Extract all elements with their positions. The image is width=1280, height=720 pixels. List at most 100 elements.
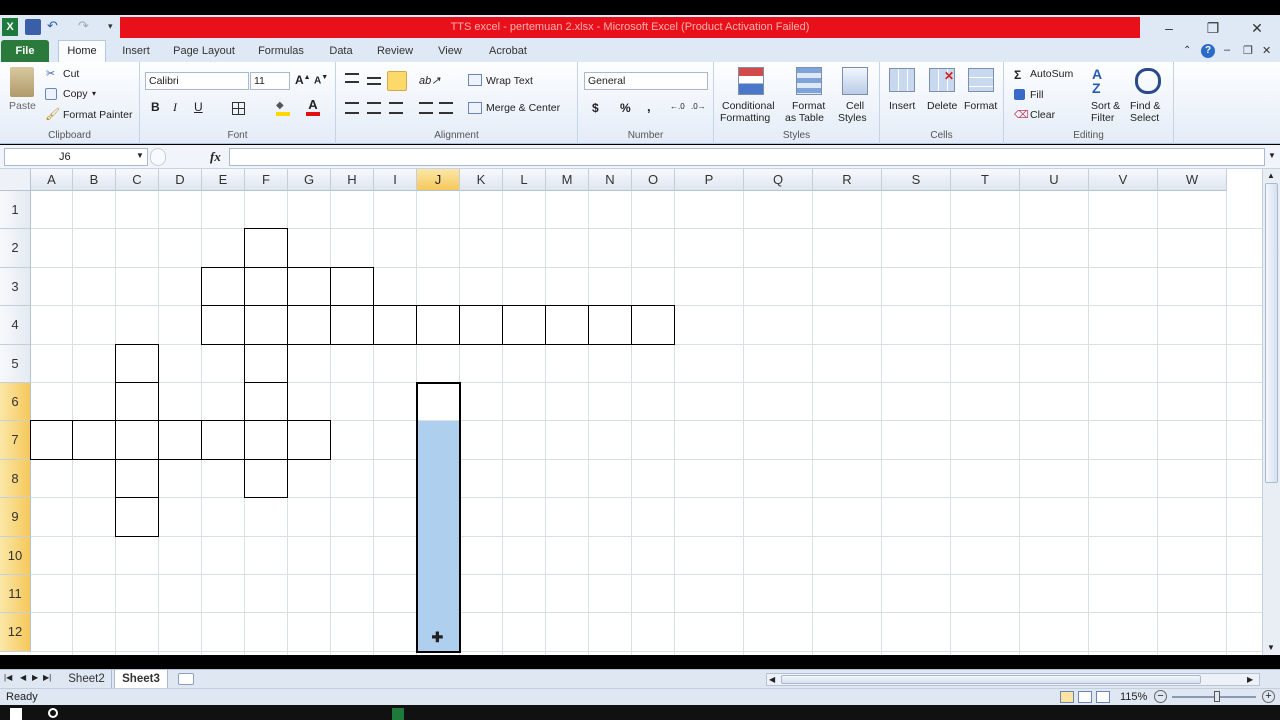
tab-formulas[interactable]: Formulas bbox=[252, 42, 310, 62]
crossword-cell-f6[interactable] bbox=[244, 382, 288, 422]
page-layout-view-icon[interactable] bbox=[1078, 691, 1092, 703]
fill-color-icon[interactable]: ◆ bbox=[276, 100, 290, 116]
first-sheet-icon[interactable]: |◀ bbox=[4, 673, 12, 682]
redo-icon[interactable]: ↷ bbox=[78, 19, 90, 35]
sheet-tab-sheet3[interactable]: Sheet3 bbox=[114, 670, 168, 688]
copy-icon[interactable] bbox=[45, 88, 57, 100]
scroll-right-icon[interactable]: ▶ bbox=[1247, 675, 1253, 684]
conditional-formatting-label2[interactable]: Formatting bbox=[720, 112, 770, 124]
prev-sheet-icon[interactable]: ◀ bbox=[20, 673, 26, 682]
minimize-button[interactable]: – bbox=[1151, 17, 1187, 39]
underline-button[interactable]: U bbox=[194, 100, 203, 114]
column-header-w[interactable]: W bbox=[1158, 169, 1227, 191]
crossword-cell-a7[interactable] bbox=[30, 420, 73, 460]
percent-button[interactable]: % bbox=[620, 101, 631, 115]
column-header-d[interactable]: D bbox=[159, 169, 202, 191]
bold-button[interactable]: B bbox=[151, 100, 160, 114]
horizontal-scrollbar[interactable]: ◀ ▶ bbox=[766, 673, 1260, 686]
crossword-cell-m4[interactable] bbox=[545, 305, 589, 345]
column-header-a[interactable]: A bbox=[31, 169, 73, 191]
sort-filter-label2[interactable]: Filter bbox=[1091, 112, 1114, 124]
row-header-10[interactable]: 10 bbox=[0, 536, 31, 575]
row-header-11[interactable]: 11 bbox=[0, 575, 31, 614]
customize-quick-access-icon[interactable]: ▾ bbox=[108, 19, 118, 35]
format-cells-icon[interactable] bbox=[968, 68, 994, 92]
tab-file[interactable]: File bbox=[1, 40, 49, 62]
crossword-cell-b7[interactable] bbox=[72, 420, 116, 460]
column-header-u[interactable]: U bbox=[1020, 169, 1089, 191]
crossword-cell-c9[interactable] bbox=[115, 497, 159, 537]
column-header-c[interactable]: C bbox=[116, 169, 159, 191]
formula-input[interactable] bbox=[229, 148, 1265, 166]
paste-button[interactable]: Paste bbox=[9, 100, 36, 112]
restore-button[interactable]: ❐ bbox=[1195, 17, 1231, 39]
grow-font-icon[interactable]: A▲ bbox=[295, 73, 311, 87]
column-header-p[interactable]: P bbox=[675, 169, 744, 191]
column-header-n[interactable]: N bbox=[589, 169, 632, 191]
orientation-icon[interactable]: ab↗ bbox=[419, 74, 440, 87]
cell-styles-button[interactable]: Cell bbox=[846, 100, 864, 112]
help-icon[interactable]: ? bbox=[1201, 44, 1215, 58]
autosum-icon[interactable]: Σ bbox=[1014, 68, 1021, 82]
zoom-slider[interactable] bbox=[1172, 691, 1256, 702]
align-right-icon[interactable] bbox=[389, 102, 403, 114]
fill-icon[interactable] bbox=[1014, 89, 1025, 100]
select-all-button[interactable] bbox=[0, 169, 31, 191]
currency-button[interactable]: $ bbox=[592, 101, 599, 115]
row-header-2[interactable]: 2 bbox=[0, 229, 31, 268]
tab-acrobat[interactable]: Acrobat bbox=[480, 42, 536, 62]
row-header-9[interactable]: 9 bbox=[0, 498, 31, 537]
row-header-6[interactable]: 6 bbox=[0, 383, 31, 422]
column-header-o[interactable]: O bbox=[632, 169, 675, 191]
cell-styles-label2[interactable]: Styles bbox=[838, 112, 867, 124]
comma-button[interactable]: , bbox=[647, 99, 651, 114]
tab-page-layout[interactable]: Page Layout bbox=[168, 42, 240, 62]
name-box[interactable]: J6 bbox=[4, 148, 148, 166]
crossword-cell-f3[interactable] bbox=[244, 266, 288, 307]
sort-filter-icon[interactable]: AZ bbox=[1092, 67, 1118, 95]
increase-decimal-icon[interactable]: ←.0 bbox=[670, 102, 685, 111]
tab-review[interactable]: Review bbox=[370, 42, 420, 62]
insert-sheet-icon[interactable] bbox=[178, 673, 194, 685]
crossword-cell-l4[interactable] bbox=[502, 305, 546, 345]
formula-bar-collapse-icon[interactable] bbox=[150, 148, 166, 166]
tab-view[interactable]: View bbox=[430, 42, 470, 62]
column-header-b[interactable]: B bbox=[73, 169, 116, 191]
crossword-cell-f2[interactable] bbox=[244, 228, 288, 268]
scroll-up-icon[interactable]: ▲ bbox=[1267, 171, 1275, 180]
zoom-slider-thumb[interactable] bbox=[1214, 691, 1220, 702]
expand-formula-bar-icon[interactable]: ▼ bbox=[1268, 151, 1276, 160]
paste-icon[interactable] bbox=[10, 67, 34, 97]
excel-logo-icon[interactable]: X bbox=[2, 18, 18, 36]
column-header-m[interactable]: M bbox=[546, 169, 589, 191]
column-header-s[interactable]: S bbox=[882, 169, 951, 191]
column-header-j[interactable]: J bbox=[417, 169, 460, 191]
crossword-cell-c8[interactable] bbox=[115, 458, 159, 499]
scroll-thumb[interactable] bbox=[1265, 183, 1278, 483]
crossword-cell-e3[interactable] bbox=[201, 266, 245, 307]
clear-button[interactable]: Clear bbox=[1030, 109, 1055, 121]
find-select-button[interactable]: Find & bbox=[1130, 100, 1160, 112]
cut-icon[interactable]: ✂ bbox=[46, 67, 55, 80]
column-header-h[interactable]: H bbox=[331, 169, 374, 191]
borders-icon[interactable] bbox=[232, 102, 245, 115]
start-icon[interactable] bbox=[10, 708, 22, 720]
row-header-1[interactable]: 1 bbox=[0, 191, 31, 230]
crossword-cell-k4[interactable] bbox=[459, 305, 503, 345]
row-header-12[interactable]: 12 bbox=[0, 613, 31, 652]
page-break-view-icon[interactable] bbox=[1096, 691, 1110, 703]
format-as-table-button[interactable]: Format bbox=[792, 100, 825, 112]
column-header-g[interactable]: G bbox=[288, 169, 331, 191]
increase-indent-icon[interactable] bbox=[439, 102, 453, 114]
crossword-cell-g3[interactable] bbox=[287, 266, 331, 307]
row-header-8[interactable]: 8 bbox=[0, 459, 31, 499]
row-header-4[interactable]: 4 bbox=[0, 306, 31, 345]
column-header-v[interactable]: V bbox=[1089, 169, 1158, 191]
copy-button[interactable]: Copy bbox=[63, 88, 88, 100]
next-sheet-icon[interactable]: ▶ bbox=[32, 673, 38, 682]
font-color-icon[interactable]: A bbox=[306, 98, 320, 116]
align-center-icon[interactable] bbox=[367, 102, 381, 114]
tab-data[interactable]: Data bbox=[322, 42, 360, 62]
find-select-label2[interactable]: Select bbox=[1130, 112, 1159, 124]
search-icon[interactable] bbox=[48, 708, 58, 718]
